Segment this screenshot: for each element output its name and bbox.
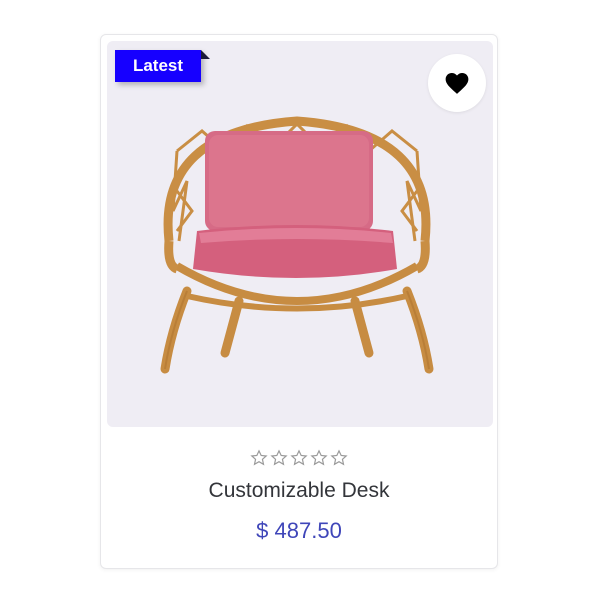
heart-icon bbox=[445, 73, 469, 94]
product-card[interactable]: Latest Customizable Desk $ 487.50 bbox=[100, 34, 498, 569]
latest-badge: Latest bbox=[115, 50, 201, 82]
star-empty-icon bbox=[310, 449, 328, 466]
star-empty-icon bbox=[250, 449, 268, 466]
badge-fold bbox=[201, 50, 210, 59]
product-price: $ 487.50 bbox=[256, 518, 342, 543]
star-empty-icon bbox=[290, 449, 308, 466]
wishlist-button[interactable] bbox=[428, 54, 486, 112]
product-title[interactable]: Customizable Desk bbox=[101, 479, 497, 503]
product-image[interactable] bbox=[147, 91, 447, 381]
star-empty-icon bbox=[270, 449, 288, 466]
star-rating bbox=[101, 449, 497, 467]
product-image-panel[interactable]: Latest bbox=[107, 41, 493, 427]
star-empty-icon bbox=[330, 449, 348, 466]
